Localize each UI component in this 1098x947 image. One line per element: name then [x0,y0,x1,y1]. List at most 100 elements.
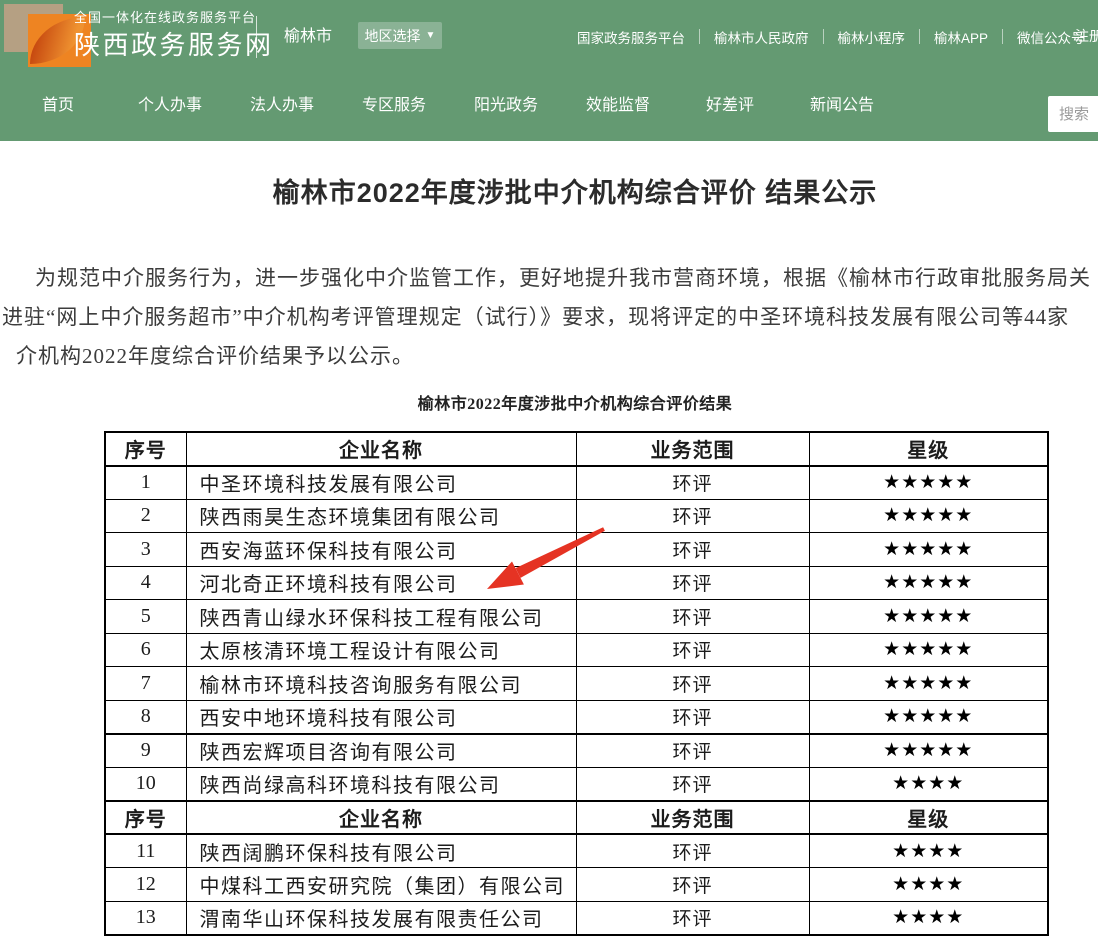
announcement-paragraph: 为规范中介服务行为，进一步强化中介监管工作，更好地提升我市营商环境，根据《榆林市… [2,259,1098,376]
star-rating-cell: ★★★★★ [809,667,1048,701]
serial-cell: 6 [105,633,186,667]
main-nav: 首页个人办事法人办事专区服务阳光政务效能监督好差评新闻公告 [2,73,898,141]
star-rating-cell: ★★★★★ [809,700,1048,734]
serial-cell: 9 [105,734,186,768]
company-name-cell: 太原核清环境工程设计有限公司 [186,633,576,667]
star-rating-cell: ★★★★★ [809,466,1048,500]
star-rating-cell: ★★★★★ [809,600,1048,634]
serial-cell: 11 [105,834,186,868]
company-name-cell: 中煤科工西安研究院（集团）有限公司 [186,868,576,902]
table-row: 4河北奇正环境科技有限公司环评★★★★★ [105,566,1048,600]
star-rating-cell: ★★★★★ [809,533,1048,567]
announcement-content: 榆林市2022年度涉批中介机构综合评价 结果公示 为规范中介服务行为，进一步强化… [0,141,1098,947]
serial-cell: 3 [105,533,186,567]
eval-table-body: 序号企业名称业务范围星级1中圣环境科技发展有限公司环评★★★★★2陕西雨昊生态环… [105,432,1048,935]
region-selector-button[interactable]: 地区选择 ▼ [358,22,442,49]
serial-cell: 8 [105,700,186,734]
table-row: 2陕西雨昊生态环境集团有限公司环评★★★★★ [105,499,1048,533]
table-row: 7榆林市环境科技咨询服务有限公司环评★★★★★ [105,667,1048,701]
serial-cell: 1 [105,466,186,500]
divider [823,29,824,44]
topbar-link[interactable]: 榆林市人民政府 [714,27,809,47]
table-caption: 榆林市2022年度涉批中介机构综合评价结果 [0,390,1098,414]
business-scope-cell: 环评 [576,700,809,734]
nav-item[interactable]: 专区服务 [338,73,450,141]
nav-item[interactable]: 首页 [2,73,114,141]
brand: 全国一体化在线政务服务平台 陕西政务服务网 [74,9,274,62]
star-rating-cell: ★★★★ [809,834,1048,868]
serial-cell: 12 [105,868,186,902]
business-scope-cell: 环评 [576,667,809,701]
company-name-cell: 陕西阔鹏环保科技有限公司 [186,834,576,868]
table-row: 5陕西青山绿水环保科技工程有限公司环评★★★★★ [105,600,1048,634]
table-row: 9陕西宏辉项目咨询有限公司环评★★★★★ [105,734,1048,768]
business-scope-cell: 环评 [576,901,809,935]
topbar-link[interactable]: 国家政务服务平台 [577,27,685,47]
page-title: 榆林市2022年度涉批中介机构综合评价 结果公示 [0,171,1098,210]
paragraph-line: 为规范中介服务行为，进一步强化中介监管工作，更好地提升我市营商环境，根据《榆林市… [2,259,1098,298]
topbar-link[interactable]: 榆林APP [934,27,988,47]
company-name-cell: 河北奇正环境科技有限公司 [186,566,576,600]
divider [256,16,257,58]
page: 全国一体化在线政务服务平台 陕西政务服务网 榆林市 地区选择 ▼ 国家政务服务平… [0,0,1098,947]
company-name-cell: 西安中地环境科技有限公司 [186,700,576,734]
star-rating-cell: ★★★★★ [809,734,1048,768]
chevron-down-icon: ▼ [426,31,436,41]
column-header: 序号 [105,432,186,466]
topbar-links: 国家政务服务平台榆林市人民政府榆林小程序榆林APP微信公众号 [577,0,1085,73]
company-name-cell: 陕西宏辉项目咨询有限公司 [186,734,576,768]
platform-name: 全国一体化在线政务服务平台 [74,9,274,26]
star-rating-cell: ★★★★★ [809,633,1048,667]
region-selector-label: 地区选择 [365,26,421,46]
nav-item[interactable]: 效能监督 [562,73,674,141]
business-scope-cell: 环评 [576,633,809,667]
star-rating-cell: ★★★★★ [809,566,1048,600]
star-rating-cell: ★★★★★ [809,499,1048,533]
table-row: 11陕西阔鹏环保科技有限公司环评★★★★ [105,834,1048,868]
table-row: 8西安中地环境科技有限公司环评★★★★★ [105,700,1048,734]
star-rating-cell: ★★★★ [809,901,1048,935]
star-rating-cell: ★★★★ [809,767,1048,801]
site-header: 全国一体化在线政务服务平台 陕西政务服务网 榆林市 地区选择 ▼ 国家政务服务平… [0,0,1098,141]
table-row: 1中圣环境科技发展有限公司环评★★★★★ [105,466,1048,500]
column-header: 序号 [105,801,186,835]
divider [1002,29,1003,44]
table-row: 10陕西尚绿高科环境科技有限公司环评★★★★ [105,767,1048,801]
evaluation-table: 序号企业名称业务范围星级1中圣环境科技发展有限公司环评★★★★★2陕西雨昊生态环… [104,431,1049,936]
business-scope-cell: 环评 [576,734,809,768]
column-header: 企业名称 [186,432,576,466]
nav-item[interactable]: 个人办事 [114,73,226,141]
star-rating-cell: ★★★★ [809,868,1048,902]
topbar-link[interactable]: 榆林小程序 [838,27,906,47]
serial-cell: 7 [105,667,186,701]
business-scope-cell: 环评 [576,834,809,868]
serial-cell: 10 [105,767,186,801]
serial-cell: 4 [105,566,186,600]
company-name-cell: 陕西雨昊生态环境集团有限公司 [186,499,576,533]
divider [699,29,700,44]
column-header: 企业名称 [186,801,576,835]
paragraph-line: 进驻“网上中介服务超市”中介机构考评管理规定（试行）》要求，现将评定的中圣环境科… [2,298,1098,337]
register-link[interactable]: 注册 [1075,0,1098,73]
business-scope-cell: 环评 [576,566,809,600]
table-row: 12中煤科工西安研究院（集团）有限公司环评★★★★ [105,868,1048,902]
search-input[interactable] [1048,96,1098,132]
nav-item[interactable]: 新闻公告 [786,73,898,141]
table-header-row: 序号企业名称业务范围星级 [105,432,1048,466]
nav-item[interactable]: 法人办事 [226,73,338,141]
business-scope-cell: 环评 [576,767,809,801]
serial-cell: 13 [105,901,186,935]
business-scope-cell: 环评 [576,533,809,567]
serial-cell: 2 [105,499,186,533]
current-city-label: 榆林市 [284,0,332,73]
company-name-cell: 榆林市环境科技咨询服务有限公司 [186,667,576,701]
column-header: 星级 [809,432,1048,466]
business-scope-cell: 环评 [576,466,809,500]
paragraph-line: 介机构2022年度综合评价结果予以公示。 [2,337,1098,376]
nav-item[interactable]: 好差评 [674,73,786,141]
divider [919,29,920,44]
column-header: 星级 [809,801,1048,835]
nav-item[interactable]: 阳光政务 [450,73,562,141]
company-name-cell: 陕西尚绿高科环境科技有限公司 [186,767,576,801]
business-scope-cell: 环评 [576,868,809,902]
